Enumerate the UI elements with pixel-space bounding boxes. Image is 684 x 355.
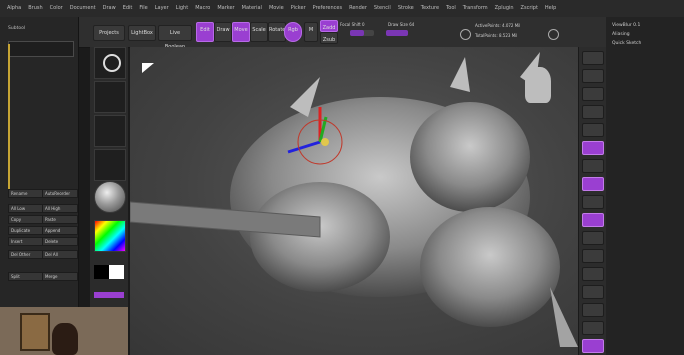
bpr-button[interactable] xyxy=(582,51,604,65)
move-nav-button[interactable] xyxy=(582,231,604,245)
zoom-button[interactable] xyxy=(582,105,604,119)
menu-item-macro[interactable]: Macro xyxy=(195,0,210,17)
append-button[interactable]: Append xyxy=(42,226,78,235)
floor-button[interactable] xyxy=(582,159,604,173)
scale-nav-button[interactable] xyxy=(582,249,604,263)
xyz-button[interactable] xyxy=(582,195,604,209)
menu-item-picker[interactable]: Picker xyxy=(291,0,306,17)
rotate-nav-button[interactable] xyxy=(582,267,604,281)
sculpt-model xyxy=(130,52,578,347)
menu-item-brush[interactable]: Brush xyxy=(28,0,42,17)
clay-brush-thumb[interactable] xyxy=(94,115,126,147)
menu-item-marker[interactable]: Marker xyxy=(217,0,234,17)
menu-item-stroke[interactable]: Stroke xyxy=(398,0,414,17)
menu-item-light[interactable]: Light xyxy=(176,0,188,17)
projects-button[interactable]: Projects xyxy=(93,25,125,41)
gear-icon[interactable] xyxy=(460,29,471,40)
m-button[interactable]: M xyxy=(304,22,318,42)
menu-item-tool[interactable]: Tool xyxy=(446,0,456,17)
polyf-button[interactable] xyxy=(582,285,604,299)
menu-item-edit[interactable]: Edit xyxy=(123,0,133,17)
damstd-brush-thumb[interactable] xyxy=(94,149,126,181)
rename-button[interactable]: Rename xyxy=(8,189,44,198)
lightbox-button[interactable]: LightBox xyxy=(128,25,156,41)
menu-item-texture[interactable]: Texture xyxy=(421,0,439,17)
copy-button[interactable]: Copy xyxy=(8,215,44,224)
menu-item-material[interactable]: Material xyxy=(242,0,262,17)
move-button[interactable]: Move xyxy=(232,22,250,42)
paste-button[interactable]: Paste xyxy=(42,215,78,224)
menu-item-file[interactable]: File xyxy=(139,0,147,17)
duplicate-button[interactable]: Duplicate xyxy=(8,226,44,235)
merge-button[interactable]: Merge xyxy=(42,272,78,281)
standard-brush-thumb[interactable] xyxy=(94,47,126,79)
active-points-label: ActivePoints: 4.072 Mil xyxy=(475,23,521,28)
switch-color-swatch[interactable] xyxy=(94,265,124,279)
menu-item-zplugin[interactable]: Zplugin xyxy=(495,0,514,17)
quick-sketch-label: Quick Sketch xyxy=(612,41,642,46)
menu-item-render[interactable]: Render xyxy=(349,0,367,17)
menu-item-help[interactable]: Help xyxy=(545,0,556,17)
menu-item-preferences[interactable]: Preferences xyxy=(313,0,342,17)
persp-button[interactable] xyxy=(582,141,604,155)
local-button[interactable] xyxy=(582,177,604,191)
zsub-button[interactable]: Zsub xyxy=(320,32,338,44)
menu-item-draw[interactable]: Draw xyxy=(103,0,116,17)
del-other-button[interactable]: Del Other xyxy=(8,250,44,259)
wall-picture xyxy=(20,313,50,351)
insert-button[interactable]: Insert xyxy=(8,237,44,246)
canvas-viewport[interactable] xyxy=(130,47,578,355)
zadd-button[interactable]: Zadd xyxy=(320,20,338,32)
subtool-slot[interactable] xyxy=(8,41,74,57)
draw-size-label: Draw Size 64 xyxy=(388,22,415,27)
draw-button[interactable]: Draw xyxy=(214,22,232,42)
focal-shift-slider[interactable] xyxy=(350,30,374,36)
rgb-button[interactable]: Rgb xyxy=(284,22,302,42)
autoreorder-button[interactable]: AutoReorder xyxy=(42,189,78,198)
menu-item-alpha[interactable]: Alpha xyxy=(7,0,21,17)
navigation-head-gizmo[interactable] xyxy=(525,67,551,103)
move-brush-thumb[interactable] xyxy=(94,81,126,113)
left-panel: Subtool Rename AutoReorder All Low All H… xyxy=(0,17,79,307)
del-all-button[interactable]: Del All xyxy=(42,250,78,259)
transp-button[interactable] xyxy=(582,303,604,317)
person-silhouette xyxy=(52,323,78,355)
xpose-button[interactable] xyxy=(582,339,604,353)
scroll-button[interactable] xyxy=(582,87,604,101)
split-button[interactable]: Split xyxy=(8,272,44,281)
edit-button[interactable]: Edit xyxy=(196,22,214,42)
menu-item-transform[interactable]: Transform xyxy=(463,0,488,17)
live-boolean-button[interactable]: Live Boolean xyxy=(158,25,192,50)
all-low-button[interactable]: All Low xyxy=(8,204,44,213)
menu-item-color[interactable]: Color xyxy=(50,0,63,17)
aliasing-label: Aliasing xyxy=(612,32,630,37)
color-picker[interactable] xyxy=(94,220,126,252)
frame-button[interactable] xyxy=(582,213,604,227)
all-high-button[interactable]: All High xyxy=(42,204,78,213)
menu-item-document[interactable]: Document xyxy=(70,0,96,17)
settings-icon[interactable] xyxy=(548,29,559,40)
draw-size-slider[interactable] xyxy=(386,30,408,36)
menu-item-zscript[interactable]: Zscript xyxy=(521,0,538,17)
subtool-title: Subtool xyxy=(8,26,26,31)
webcam-overlay xyxy=(0,307,128,355)
solo-button[interactable] xyxy=(582,321,604,335)
menu-item-movie[interactable]: Movie xyxy=(269,0,284,17)
matcap-thumb[interactable] xyxy=(94,181,126,213)
right-shelf xyxy=(578,47,607,355)
scale-button[interactable]: Scale xyxy=(250,22,268,42)
delete-button[interactable]: Delete xyxy=(42,237,78,246)
menu-bar: Alpha Brush Color Document Draw Edit File Layer… xyxy=(0,0,684,18)
actual-button[interactable] xyxy=(582,123,604,137)
top-toolbar: Projects LightBox Live Boolean Edit Draw… xyxy=(0,17,684,50)
viewblur-label: ViewBlur 0.1 xyxy=(612,23,641,28)
subtool-indicator xyxy=(8,44,10,194)
total-points-label: TotalPoints: 8.523 Mil xyxy=(475,33,518,38)
menu-item-stencil[interactable]: Stencil xyxy=(374,0,391,17)
menu-item-layer[interactable]: Layer xyxy=(155,0,169,17)
alternate-button[interactable] xyxy=(94,292,124,298)
spix-button[interactable] xyxy=(582,69,604,83)
right-panel: ViewBlur 0.1 Aliasing Quick Sketch xyxy=(606,17,684,355)
